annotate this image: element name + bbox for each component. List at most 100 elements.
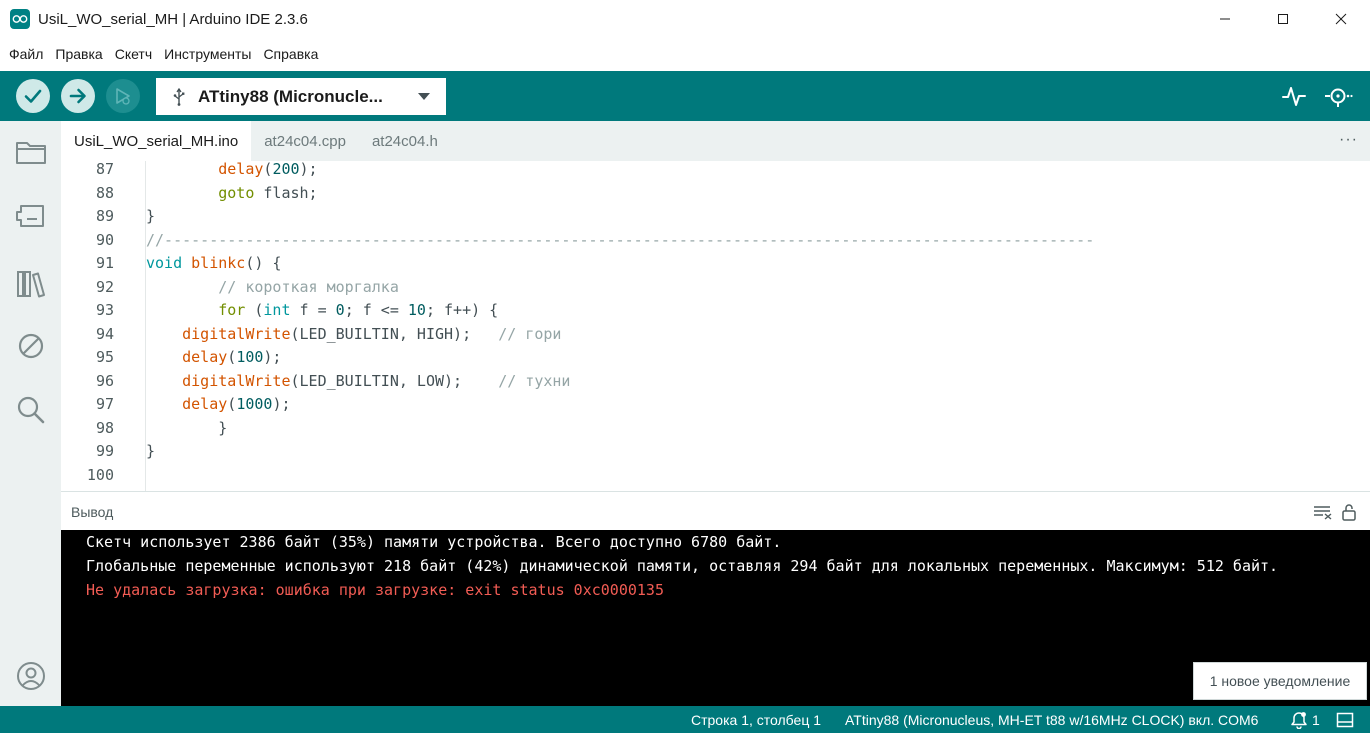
output-line-error: Не удалась загрузка: ошибка при загрузке… (86, 581, 664, 599)
code-text: } (146, 207, 156, 225)
line-number: 88 (95, 183, 114, 202)
status-board-port[interactable]: ATtiny88 (Micronucleus, MH-ET t88 w/16MH… (845, 712, 1258, 728)
code-line: 88 goto flash; (61, 182, 1370, 205)
debug-disabled-icon (18, 333, 44, 359)
serial-plotter-button[interactable] (1279, 81, 1309, 111)
line-number: 98 (95, 418, 114, 437)
code-text: //--------------------------------------… (146, 230, 1095, 249)
tab-at24c04-h[interactable]: at24c04.h (359, 121, 451, 161)
menu-sketch[interactable]: Скетч (109, 46, 158, 62)
maximize-button[interactable] (1254, 0, 1312, 38)
line-number: 89 (95, 207, 114, 225)
library-icon (17, 271, 45, 298)
code-line: 92 // короткая моргалка (61, 276, 1370, 299)
output-line-memory: Скетч использует 2386 байт (35%) памяти … (86, 533, 782, 551)
output-panel-header: Вывод (61, 491, 1370, 530)
upload-button[interactable] (61, 79, 95, 113)
account-button[interactable] (14, 659, 48, 693)
boards-manager-icon (16, 205, 44, 227)
serial-monitor-icon (1325, 88, 1353, 107)
menu-tools[interactable]: Инструменты (158, 46, 257, 62)
line-number: 99 (95, 442, 114, 460)
menu-file[interactable]: Файл (3, 46, 49, 62)
sidebar (0, 121, 61, 706)
clear-output-icon (1314, 506, 1332, 520)
debug-icon (116, 88, 130, 105)
code-line: 91 void blinkc() { (61, 252, 1370, 275)
code-editor[interactable]: 87 delay(200); 88 goto flash; 89} 90//-----… (61, 161, 1370, 491)
serial-monitor-button[interactable] (1323, 81, 1353, 111)
close-window-button[interactable] (1312, 0, 1370, 38)
usb-icon (173, 87, 185, 106)
tab-at24c04-cpp[interactable]: at24c04.cpp (251, 121, 359, 161)
line-number: 93 (95, 301, 114, 319)
tab-main-sketch[interactable]: UsiL_WO_serial_MH.ino (61, 121, 252, 161)
minimize-button[interactable] (1196, 0, 1254, 38)
scroll-lock-button[interactable] (1339, 502, 1359, 522)
line-number: 96 (95, 371, 114, 390)
title-bar: UsiL_WO_serial_MH | Arduino IDE 2.3.6 (0, 0, 1370, 38)
line-number: 91 (95, 254, 114, 272)
boards-manager-button[interactable] (14, 199, 48, 233)
notifications-button[interactable] (1289, 710, 1309, 730)
code-line: 99} (61, 440, 1370, 463)
debug-button[interactable] (106, 79, 140, 113)
code-text: digitalWrite(LED_BUILTIN, HIGH); // гори (182, 324, 562, 343)
search-button[interactable] (14, 393, 48, 427)
line-number: 87 (95, 161, 114, 178)
notifications-count: 1 (1312, 712, 1320, 728)
code-line: 95 delay(100); (61, 346, 1370, 369)
menu-help[interactable]: Справка (257, 46, 324, 62)
board-selector[interactable]: ATtiny88 (Micronucle... (156, 78, 446, 115)
tabs-more-button[interactable]: ··· (1339, 131, 1358, 149)
code-text: } (146, 442, 156, 460)
code-text: delay(1000); (182, 395, 291, 413)
code-line: 93 for (int f = 0; f <= 10; f++) { (61, 299, 1370, 322)
line-number: 95 (95, 348, 114, 366)
code-line: 90 //------------------------------------… (61, 229, 1370, 252)
code-line: 100 (61, 464, 1370, 487)
status-bar: Строка 1, столбец 1 ATtiny88 (Micronucle… (0, 706, 1370, 733)
cursor-position: Строка 1, столбец 1 (691, 712, 822, 728)
debugger-panel-button[interactable] (14, 329, 48, 363)
code-text: for (int f = 0; f <= 10; f++) { (218, 301, 499, 319)
menu-bar: Файл Правка Скетч Инструменты Справка (0, 38, 1370, 70)
menu-edit[interactable]: Правка (49, 46, 108, 62)
account-icon (17, 662, 45, 690)
line-number: 92 (95, 277, 114, 296)
line-number: 94 (95, 324, 114, 343)
board-name: ATtiny88 (Micronucle... (198, 86, 383, 106)
toggle-output-button[interactable] (1335, 710, 1355, 730)
code-text: digitalWrite(LED_BUILTIN, LOW); // тухни (182, 371, 571, 390)
output-line-globals: Глобальные переменные используют 218 бай… (86, 557, 1279, 575)
verify-icon (24, 89, 42, 103)
code-line: 94 digitalWrite(LED_BUILTIN, HIGH); // г… (61, 323, 1370, 346)
clear-output-button[interactable] (1313, 502, 1333, 522)
chevron-down-icon (418, 93, 430, 100)
library-manager-button[interactable] (14, 266, 48, 300)
editor-tabs: UsiL_WO_serial_MH.ino at24c04.cpp at24c0… (61, 121, 1370, 161)
code-line: 87 delay(200); (61, 161, 1370, 181)
notification-tooltip: 1 новое уведомление (1193, 662, 1367, 700)
code-text: } (146, 418, 228, 437)
unlock-icon (1342, 504, 1356, 521)
code-line: 97 delay(1000); (61, 393, 1370, 416)
output-console[interactable]: Скетч использует 2386 байт (35%) памяти … (61, 530, 1370, 706)
verify-button[interactable] (16, 79, 50, 113)
upload-icon (69, 88, 86, 104)
panel-icon (1336, 712, 1354, 728)
bell-icon (1291, 712, 1307, 729)
window-title: UsiL_WO_serial_MH | Arduino IDE 2.3.6 (38, 10, 308, 28)
code-line: 89} (61, 205, 1370, 228)
code-text: delay(100); (182, 348, 282, 366)
window-controls (1196, 0, 1370, 38)
toolbar: ATtiny88 (Micronucle... (0, 71, 1370, 121)
code-line: 98 } (61, 417, 1370, 440)
code-text: goto flash; (218, 183, 318, 202)
code-text: // короткая моргалка (218, 277, 399, 296)
output-title: Вывод (71, 504, 114, 520)
serial-plotter-icon (1282, 87, 1306, 106)
sketchbook-button[interactable] (14, 135, 48, 169)
line-number: 97 (95, 395, 114, 413)
code-text: delay(200); (218, 161, 318, 178)
